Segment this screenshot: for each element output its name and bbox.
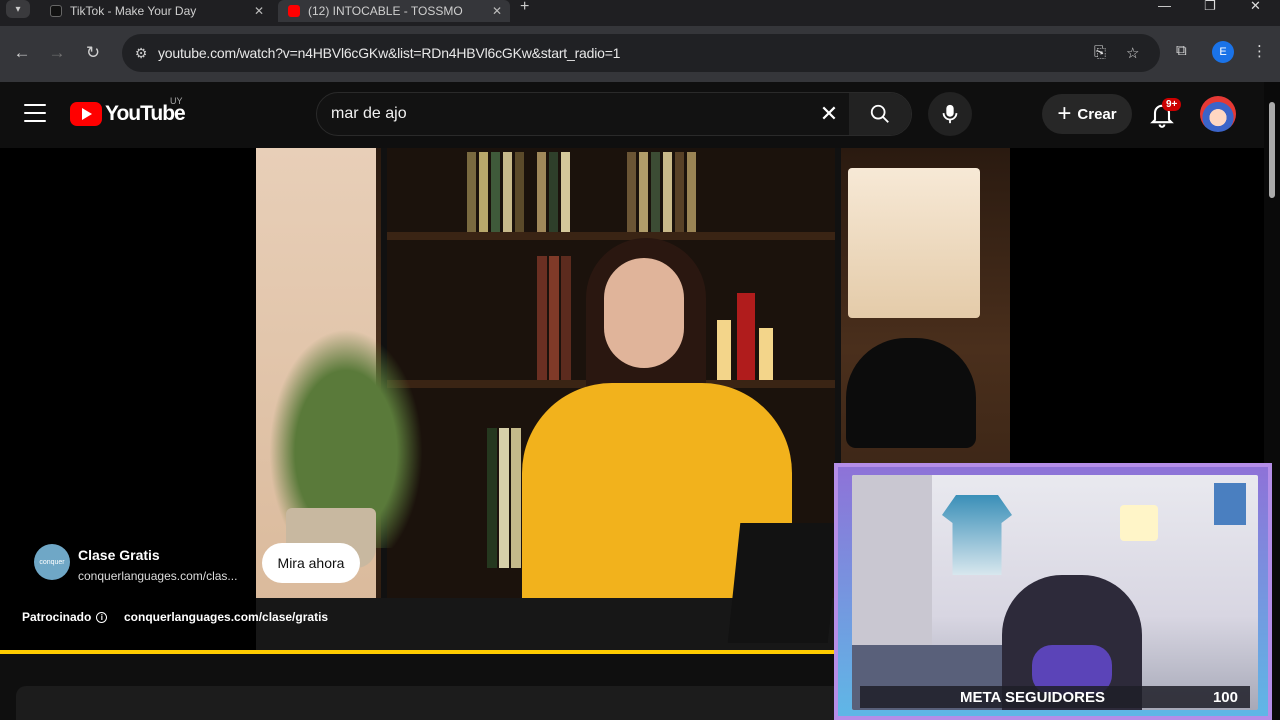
scrollbar-thumb[interactable] [1269,102,1275,198]
webcam-poster [1214,483,1246,525]
profile-avatar[interactable]: E [1212,41,1234,63]
window-close-icon[interactable]: ✕ [1250,0,1261,12]
tab-search-button[interactable]: ▾ [6,0,30,18]
webcam-lamp [1120,505,1158,541]
new-tab-button[interactable]: + [520,0,529,15]
youtube-play-logo-icon [70,102,102,126]
tab-title: (12) INTOCABLE - TOSSMO [308,4,463,18]
address-bar[interactable]: ⚙ youtube.com/watch?v=n4HBVl6cGKw&list=R… [122,34,1160,72]
tab-close-icon[interactable]: ✕ [492,4,502,18]
search-icon [870,104,889,123]
create-button[interactable]: + Crear [1042,94,1132,134]
below-player-panel [16,686,846,720]
browser-menu-icon[interactable]: ⋮ [1252,42,1267,60]
webcam-feed: META SEGUIDORES 100 [852,475,1258,710]
ad-url[interactable]: conquerlanguages.com/clas... [78,569,237,583]
info-icon[interactable]: i [96,612,108,624]
youtube-header: YouTube UY mar de ajo ✕ + Crear 9+ [0,82,1264,148]
url-text: youtube.com/watch?v=n4HBVl6cGKw&list=RDn… [158,45,621,61]
hamburger-menu-icon[interactable] [24,104,46,122]
advertiser-avatar[interactable]: conquer [34,544,70,580]
tab-close-icon[interactable]: ✕ [254,4,264,18]
restore-icon[interactable]: ❐ [1204,0,1216,12]
video-tablet [727,523,841,643]
site-info-icon[interactable]: ⚙ [126,45,156,62]
video-person-face [604,258,684,368]
tab-youtube[interactable]: (12) INTOCABLE - TOSSMO ✕ [278,0,510,22]
video-lamp [848,168,980,318]
plus-icon: + [1057,100,1072,127]
notification-badge: 9+ [1162,98,1182,111]
browser-toolbar: ← → ↻ ⚙ youtube.com/watch?v=n4HBVl6cGKw&… [0,26,1280,82]
microphone-icon [942,104,958,124]
webcam-jersey [942,495,1012,575]
sponsored-label[interactable]: Patrocinado i [22,610,108,624]
video-desk-lamp [846,338,976,448]
bookmark-star-icon[interactable]: ☆ [1126,44,1139,62]
follower-goal-bar: META SEGUIDORES 100 [860,686,1250,708]
minimize-icon[interactable]: — [1158,0,1171,12]
youtube-logo[interactable]: YouTube UY [70,96,186,126]
clear-search-icon[interactable]: ✕ [809,101,849,127]
search-button[interactable] [849,93,911,135]
sponsored-text: Patrocinado [22,610,92,624]
ad-title[interactable]: Clase Gratis [78,547,160,563]
ad-link[interactable]: conquerlanguages.com/clase/gratis [124,610,328,624]
back-icon[interactable]: ← [11,43,33,63]
browser-tabstrip: ▾ TikTok - Make Your Day ✕ (12) INTOCABL… [0,0,1280,26]
youtube-favicon-icon [288,5,300,17]
tab-tiktok[interactable]: TikTok - Make Your Day ✕ [40,0,272,22]
reload-icon[interactable]: ↻ [82,43,104,63]
voice-search-button[interactable] [928,92,972,136]
tab-title: TikTok - Make Your Day [70,4,197,18]
extensions-icon[interactable]: ⧉ [1176,42,1187,59]
tiktok-favicon-icon [50,5,62,17]
forward-icon[interactable]: → [46,43,68,63]
search-box: mar de ajo ✕ [316,92,912,136]
ad-cta-button[interactable]: Mira ahora [262,543,360,583]
country-code: UY [170,96,183,106]
account-avatar[interactable] [1200,96,1236,132]
follower-goal-label: META SEGUIDORES [960,688,1106,706]
webcam-overlay: META SEGUIDORES 100 [834,463,1272,720]
search-input[interactable]: mar de ajo [331,105,809,123]
create-label: Crear [1077,105,1117,123]
follower-goal-value: 100 [1212,688,1238,706]
install-app-icon[interactable]: ⎘ [1094,44,1106,61]
